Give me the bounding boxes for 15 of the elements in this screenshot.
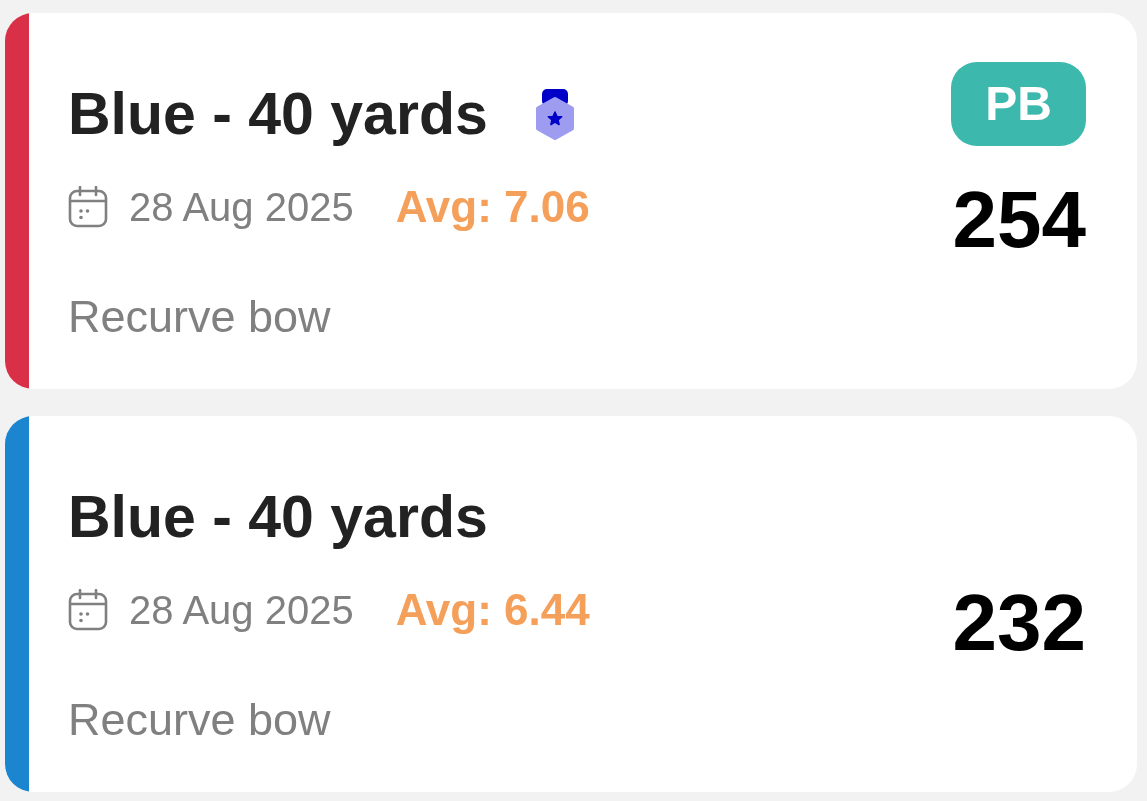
personal-best-badge: PB xyxy=(951,62,1086,146)
session-date: 28 Aug 2025 xyxy=(129,587,354,634)
average-score: Avg: 6.44 xyxy=(395,586,590,634)
total-score: 232 xyxy=(952,583,1086,663)
session-date: 28 Aug 2025 xyxy=(129,184,354,231)
session-card[interactable]: Blue - 40 yards 28 Aug 2025 Avg: 7.06 Recurve bow PB 254 xyxy=(5,13,1137,389)
session-title: Blue - 40 yards xyxy=(68,487,488,547)
equipment-label: Recurve bow xyxy=(68,697,331,742)
calendar-icon xyxy=(68,186,108,228)
session-title: Blue - 40 yards xyxy=(68,84,488,144)
equipment-label: Recurve bow xyxy=(68,294,331,339)
average-score: Avg: 7.06 xyxy=(395,183,590,231)
total-score: 254 xyxy=(952,180,1086,260)
session-card[interactable]: Blue - 40 yards 28 Aug 2025 Avg: 6.44 Recurve bow 232 xyxy=(5,416,1137,792)
calendar-icon xyxy=(68,589,108,631)
